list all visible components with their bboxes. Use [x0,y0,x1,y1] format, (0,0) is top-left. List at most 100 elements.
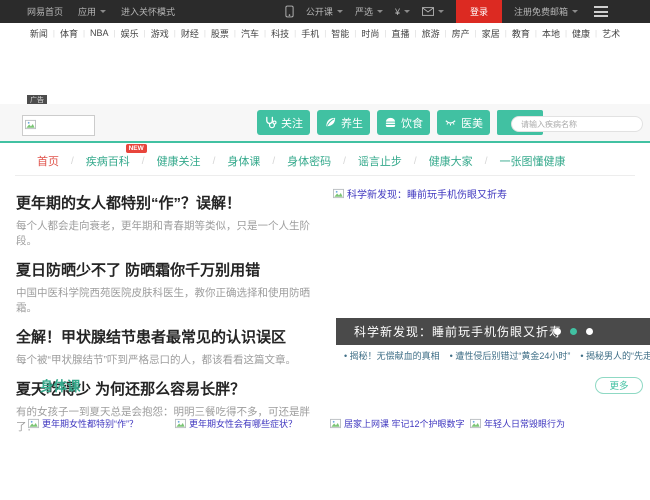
carousel-dot[interactable] [586,328,593,335]
caret-down-icon [376,10,383,13]
course-section-title: 身体课 [40,379,81,394]
broken-image-icon [330,418,341,429]
tab-item[interactable]: 一张图懂健康 [499,153,565,169]
channel-link[interactable]: 时尚 [356,27,384,40]
feature-link[interactable]: 揭秘！无偿献血的真相 [344,349,440,362]
carousel-caption-bar[interactable]: 科学新发现：睡前玩手机伤眼又折寿 [336,318,650,345]
login-button[interactable]: 登录 [455,0,502,23]
course-item-label: 居家上网课 牢记12个护眼数字 [344,419,465,429]
carousel-title: 科学新发现：睡前玩手机伤眼又折寿 [354,325,563,339]
stethoscope-icon [266,116,277,129]
open-course-menu[interactable]: 公开课 [306,5,343,18]
top-nav-left: 网易首页 应用 进入关怀模式 [27,5,175,18]
carousel-dot[interactable] [570,328,577,335]
yanxuan-menu[interactable]: 严选 [355,5,383,18]
news-list: 更年期的女人都特别“作”？误解！ 每个人都会走向衰老，更年期和青春期等类似，只是一… [16,192,328,445]
channel-link[interactable]: 家居 [477,27,505,40]
feature-image-link[interactable]: 科学新发现：睡前玩手机伤眼又折寿 [333,186,507,201]
news-description: 每个被“甲状腺结节”吓到严格忌口的人，都该看看这篇文章。 [16,354,296,366]
channel-link[interactable]: 旅游 [417,27,445,40]
channel-link[interactable]: 科技 [266,27,294,40]
feature-column: 科学新发现：睡前玩手机伤眼又折寿 科学新发现：睡前玩手机伤眼又折寿 揭秘！无偿献… [332,183,650,368]
burger-icon [385,117,396,127]
tab-item[interactable]: 健康关注 [157,153,201,169]
apps-menu[interactable]: 应用 [78,5,107,18]
tab-item[interactable]: 健康大家 [429,153,473,169]
course-item-link[interactable]: 居家上网课 牢记12个护眼数字 [330,417,465,430]
mail-menu[interactable] [421,7,444,16]
tab-item[interactable]: 谣言止步 [358,153,402,169]
site-header: 关注 养生 饮食 医美 [0,104,650,143]
broken-image-icon [175,418,186,429]
tab-item[interactable]: 身体密码 [287,153,331,169]
wellness-button[interactable]: 养生 [317,110,370,135]
more-button[interactable]: 更多 [595,376,643,394]
tab-divider: / [272,155,276,167]
news-description: 中国中医科学院西苑医院皮肤科医生，教你正确选择和使用防晒霜。 [16,287,310,314]
news-description: 每个人都会走向衰老，更年期和青春期等类似，只是一个人生阶段。 [16,220,310,247]
channel-link[interactable]: 房产 [447,27,475,40]
news-title-link[interactable]: 夏日防晒少不了 防晒霜你千万别用错 [16,259,328,280]
course-item-label: 更年期女性会有哪些症状？ [189,419,298,429]
caret-down-icon [572,10,578,13]
diet-button[interactable]: 饮食 [377,110,430,135]
netease-home-link[interactable]: 网易首页 [27,5,63,18]
channel-link[interactable]: 手机 [296,27,324,40]
phone-icon [285,5,294,18]
carousel-dot[interactable] [554,328,561,335]
hamburger-menu-icon[interactable] [594,6,608,17]
tab-divider: / [413,155,417,167]
tab-divider: / [212,155,216,167]
news-title-link[interactable]: 更年期的女人都特别“作”？误解！ [16,192,328,213]
page: 网易首页 应用 进入关怀模式 公开课 严选 ¥ 登录 注册免费邮箱 新闻 | 体育 |… [0,0,650,500]
channel-link[interactable]: 体育 [55,27,83,40]
leaf-icon [326,117,336,127]
channel-link[interactable]: 新闻 [25,27,53,40]
tab-item[interactable]: 疾病百科 NEW [86,144,147,169]
news-item: 夏日防晒少不了 防晒霜你千万别用错中国中医科学院西苑医院皮肤科医生，教你正确选择… [16,259,328,315]
header-actions: 关注 养生 饮食 医美 [257,110,543,135]
channel-link[interactable]: 游戏 [146,27,174,40]
mail-icon [421,7,434,16]
course-item-label: 年轻人日常毁眼行为 [484,419,566,429]
caret-down-icon [100,10,107,13]
channel-link[interactable]: 教育 [507,27,535,40]
channel-link[interactable]: 直播 [386,27,414,40]
tab-item[interactable]: 首页 [37,153,59,169]
channel-link[interactable]: 娱乐 [116,27,144,40]
mobile-app-button[interactable] [285,5,294,18]
channel-link[interactable]: 本地 [537,27,565,40]
follow-button[interactable]: 关注 [257,110,310,135]
broken-image-icon [28,418,39,429]
medical-beauty-button[interactable]: 医美 [437,110,490,135]
broken-image-icon [25,119,36,130]
top-nav-right: 公开课 严选 ¥ 登录 注册免费邮箱 [285,0,608,23]
channel-link[interactable]: NBA [85,28,114,38]
tab-item[interactable]: 身体课 [227,153,260,169]
news-item: 更年期的女人都特别“作”？误解！ 每个人都会走向衰老，更年期和青春期等类似，只是一… [16,192,328,248]
channel-link[interactable]: 健康 [567,27,595,40]
course-item-link[interactable]: 更年期女性会有哪些症状？ [175,417,297,430]
channel-link[interactable]: 汽车 [236,27,264,40]
register-mail-menu[interactable]: 注册免费邮箱 [514,5,578,18]
finance-menu[interactable]: ¥ [395,7,410,17]
site-logo[interactable] [22,115,95,136]
feature-link[interactable]: 遭性侵后别错过“黄金24小时” [450,349,570,362]
course-item-link[interactable]: 年轻人日常毁眼行为 [470,417,565,430]
broken-image-icon [470,418,481,429]
care-mode-link[interactable]: 进入关怀模式 [121,5,175,18]
caret-down-icon [336,10,343,13]
channel-link[interactable]: 艺术 [597,27,625,40]
feature-link[interactable]: 揭秘男人的“先走液” [580,349,650,362]
disease-search-input[interactable] [511,116,643,132]
course-section-header: 身体课 更多 [40,375,643,395]
broken-image-icon [333,188,344,199]
top-nav-bar: 网易首页 应用 进入关怀模式 公开课 严选 ¥ 登录 注册免费邮箱 [0,0,650,23]
channel-link[interactable]: 股票 [206,27,234,40]
tab-divider: / [141,155,145,167]
channel-nav: 新闻 | 体育 | NBA | 娱乐 | 游戏 | 财经 | 股票 | 汽车 | 科技 | 手机 | 智能 | 时尚 | 直播 |… [0,23,650,43]
course-item-link[interactable]: 更年期女性都特别“作”？ [28,417,138,430]
news-title-link[interactable]: 全解！甲状腺结节患者最常见的认识误区 [16,326,328,347]
channel-link[interactable]: 财经 [176,27,204,40]
channel-link[interactable]: 智能 [326,27,354,40]
